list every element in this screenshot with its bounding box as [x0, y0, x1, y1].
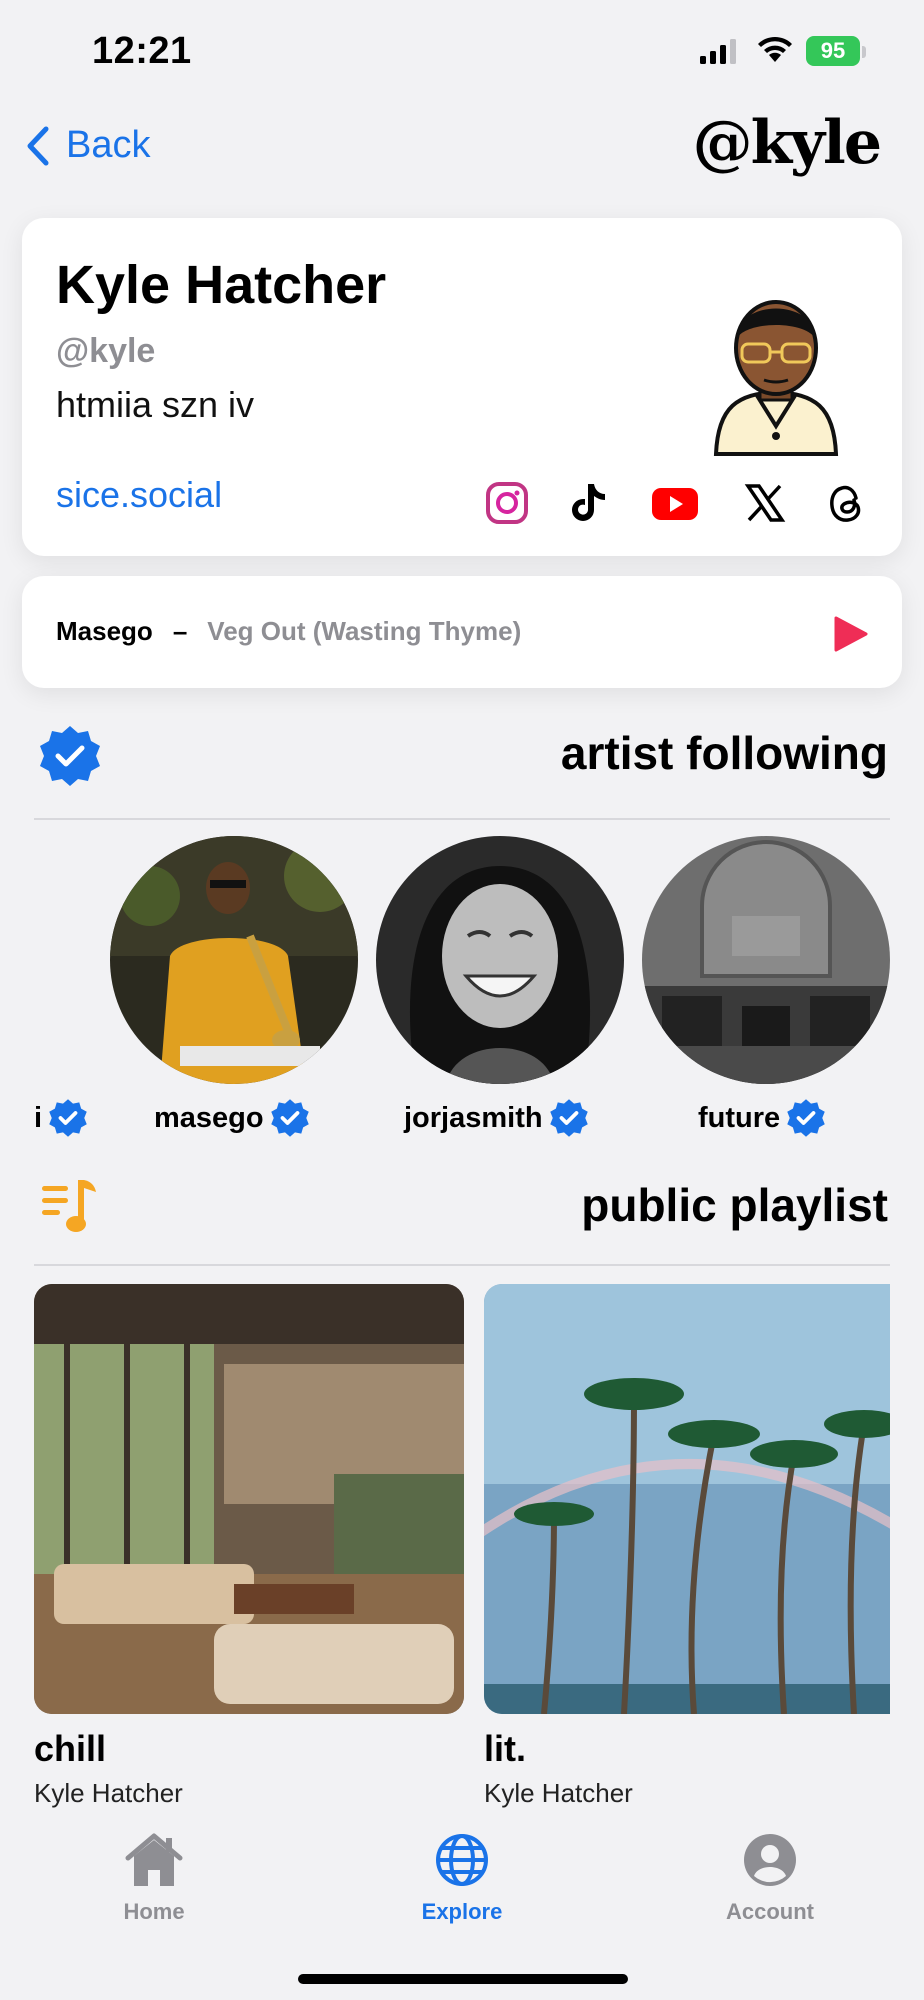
now-playing-artist: Masego — [56, 616, 153, 646]
back-button[interactable]: Back — [26, 124, 150, 167]
profile-handle-logo: @kyle — [692, 108, 882, 178]
x-icon[interactable] — [740, 478, 790, 528]
artist-name: jorjasmith — [404, 1101, 543, 1134]
website-link[interactable]: sice.social — [56, 474, 222, 516]
tab-label: Account — [726, 1899, 814, 1924]
artist-following-title: artist following — [560, 727, 888, 779]
public-playlist-title: public playlist — [581, 1179, 888, 1231]
instagram-icon[interactable] — [482, 478, 532, 528]
artist-photo-jorjasmith[interactable] — [376, 836, 624, 1084]
globe-icon — [436, 1834, 488, 1886]
profile-handle: @kyle — [56, 332, 156, 370]
account-icon — [744, 1834, 796, 1886]
artist-name: masego — [154, 1101, 264, 1134]
section-divider — [34, 818, 890, 820]
back-label: Back — [66, 124, 151, 166]
status-time: 12:21 — [92, 30, 192, 72]
now-playing-info: Masego – Veg Out (Wasting Thyme) — [56, 616, 521, 647]
tab-label: Home — [123, 1899, 185, 1924]
verified-badge-icon — [549, 1099, 588, 1137]
verified-badge-icon — [270, 1099, 309, 1137]
profile-name: Kyle Hatcher — [56, 255, 387, 315]
artist-name: i — [34, 1101, 43, 1134]
tab-explore[interactable]: Explore — [382, 1832, 542, 1925]
battery-level: 95 — [806, 36, 860, 66]
youtube-icon[interactable] — [650, 478, 700, 528]
tab-label: Explore — [421, 1899, 503, 1924]
threads-icon[interactable] — [822, 478, 872, 528]
playlist-cover-chill[interactable] — [34, 1284, 464, 1714]
verified-badge-icon — [49, 1099, 87, 1137]
verified-badge-icon — [40, 726, 100, 786]
artist-label-jorjasmith[interactable]: jorjasmith — [404, 1098, 589, 1138]
artist-label-future[interactable]: future — [698, 1098, 826, 1138]
artist-photo-masego[interactable] — [110, 836, 358, 1084]
battery-icon — [862, 46, 866, 58]
home-icon — [125, 1833, 183, 1886]
section-divider — [34, 1264, 890, 1266]
now-playing-separator: – — [172, 616, 188, 646]
tab-account[interactable]: Account — [690, 1832, 850, 1925]
artist-name: future — [698, 1101, 781, 1134]
artist-label[interactable]: i — [34, 1098, 88, 1138]
play-icon[interactable] — [830, 614, 870, 654]
now-playing-song: Veg Out (Wasting Thyme) — [207, 616, 522, 646]
wifi-icon — [758, 36, 792, 62]
memoji-avatar — [713, 300, 839, 456]
profile-bio: htmiia szn iv — [56, 384, 255, 425]
tiktok-icon[interactable] — [562, 478, 612, 528]
cellular-signal-icon — [700, 39, 736, 64]
home-indicator — [298, 1974, 628, 1984]
chevron-left-icon — [27, 126, 49, 165]
playlist-title: chill — [34, 1728, 107, 1769]
artist-label-masego[interactable]: masego — [154, 1098, 310, 1138]
playlist-icon — [42, 1180, 96, 1232]
playlist-owner: Kyle Hatcher — [34, 1778, 183, 1808]
artist-photo-future[interactable] — [642, 836, 890, 1084]
playlist-owner: Kyle Hatcher — [484, 1778, 633, 1808]
tab-home[interactable]: Home — [74, 1832, 234, 1925]
playlist-cover-lit[interactable] — [484, 1284, 890, 1714]
playlist-title: lit. — [484, 1728, 526, 1769]
verified-badge-icon — [787, 1099, 825, 1137]
